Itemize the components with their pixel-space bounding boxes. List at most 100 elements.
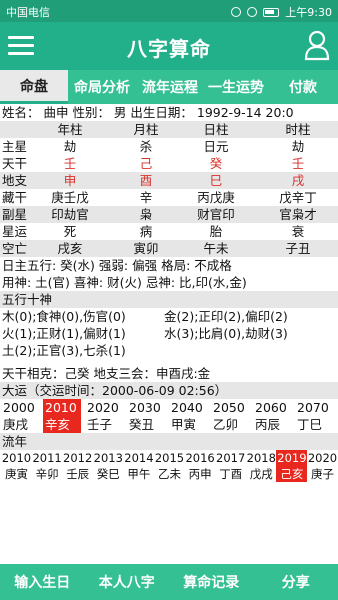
dayun-ganzhi-cell[interactable]: 壬子	[85, 416, 123, 433]
liunian-ganzhi-cell[interactable]: 壬辰	[62, 466, 93, 482]
section-wuxing-title: 五行十神	[0, 291, 338, 308]
relation-line: 天干相克：己癸 地支三会：申酉戌:金	[2, 366, 211, 381]
cell: 印劫官	[51, 207, 89, 222]
dayun-year-cell[interactable]: 2000	[1, 399, 39, 416]
wuxing-row: 日主五行: 癸(水) 强弱: 偏强 格局: 不成格	[0, 257, 338, 274]
cell: 寅卯	[133, 241, 159, 256]
nav-share[interactable]: 分享	[254, 564, 338, 600]
wuxing-line: 日主五行: 癸(水) 强弱: 偏强 格局: 不成格	[2, 258, 232, 273]
tab-mingpan[interactable]: 命盘	[0, 70, 68, 104]
chart-content: 姓名： 曲申 性别： 男 出生日期： 1992-9-14 20:0 年柱 月柱 …	[0, 104, 338, 564]
liunian-ganzhi-cell[interactable]: 庚寅	[1, 466, 32, 482]
dayun-year-cell[interactable]: 2070	[295, 399, 333, 416]
liunian-year-cell[interactable]: 2016	[185, 450, 216, 466]
info-line: 姓名： 曲申 性别： 男 出生日期： 1992-9-14 20:0	[2, 105, 294, 120]
dayun-year-cell[interactable]: 2020	[85, 399, 123, 416]
liunian-ganzhi-cell[interactable]: 丁酉	[215, 466, 246, 482]
shishen-right: 金(2);正印(2),偏印(2)	[164, 309, 288, 324]
dayun-ganzhi-cell[interactable]: 丁巳	[295, 416, 333, 433]
cell: 庚壬戊	[51, 190, 89, 205]
cell: 枭	[139, 207, 153, 222]
user-icon[interactable]	[304, 29, 330, 61]
cell: 壬	[63, 156, 77, 171]
dayun-ganzhi-cell[interactable]: 甲寅	[169, 416, 207, 433]
section-title: 大运（交运时间：2000-06-09 02:56）	[2, 383, 228, 398]
liunian-ganzhi-cell[interactable]: 甲午	[123, 466, 154, 482]
nav-input-birthday[interactable]: 输入生日	[0, 564, 85, 600]
alarm-icon	[247, 7, 258, 17]
cell: 壬	[291, 156, 305, 171]
liunian-ganzhi-cell[interactable]: 辛卯	[32, 466, 63, 482]
relation-row: 天干相克：己癸 地支三会：申酉戌:金	[0, 365, 338, 382]
tab-life-fortune[interactable]: 一生运势	[204, 70, 268, 104]
dayun-ganzhi: 庚戌 辛亥 壬子 癸丑 甲寅 乙卯 丙辰 丁巳	[0, 416, 338, 433]
shishen-right: 水(3);比肩(0),劫财(3)	[164, 326, 288, 341]
shishen-left: 土(2);正官(3),七杀(1)	[2, 343, 126, 358]
cell: 劫	[63, 139, 77, 154]
cell: 戊辛丁	[279, 190, 317, 205]
liunian-year-cell[interactable]: 2017	[215, 450, 246, 466]
liunian-years: 2010 2011 2012 2013 2014 2015 2016 2017 2018 2019…	[0, 450, 338, 466]
dayun-year-cell[interactable]: 2040	[169, 399, 207, 416]
row-xingyun: 星运 死 病 胎 衰	[0, 223, 338, 240]
liunian-ganzhi-cell[interactable]: 乙未	[154, 466, 185, 482]
dayun-year-cell[interactable]: 2030	[127, 399, 165, 416]
carrier-label: 中国电信	[6, 6, 50, 19]
tab-yearly-fortune[interactable]: 流年运程	[136, 70, 204, 104]
battery-icon	[263, 7, 280, 17]
liunian-year-cell[interactable]: 2019	[276, 450, 308, 466]
row-label: 副星	[2, 207, 28, 222]
liunian-year-cell[interactable]: 2013	[93, 450, 124, 466]
dayun-ganzhi-cell[interactable]: 丙辰	[253, 416, 291, 433]
bottom-nav: 输入生日 本人八字 算命记录 分享	[0, 564, 338, 600]
pillar-header-row: 年柱 月柱 日柱 时柱	[0, 121, 338, 138]
cell: 子丑	[285, 241, 311, 256]
row-canggan: 藏干 庚壬戊 辛 丙戊庚 戊辛丁	[0, 189, 338, 206]
tab-payment[interactable]: 付款	[268, 70, 338, 104]
nav-records[interactable]: 算命记录	[169, 564, 254, 600]
cell: 申	[63, 173, 77, 188]
dayun-ganzhi-cell[interactable]: 辛亥	[43, 416, 81, 433]
liunian-year-cell[interactable]: 2018	[246, 450, 277, 466]
shishen-row: 土(2);正官(3),七杀(1)	[0, 342, 338, 359]
info-row: 姓名： 曲申 性别： 男 出生日期： 1992-9-14 20:0	[0, 104, 338, 121]
cell: 酉	[139, 173, 153, 188]
cell: 官枭才	[279, 207, 317, 222]
tab-analysis[interactable]: 命局分析	[68, 70, 136, 104]
liunian-ganzhi-cell[interactable]: 丙申	[185, 466, 216, 482]
liunian-ganzhi-cell[interactable]: 庚子	[307, 466, 338, 482]
section-liunian-title: 流年	[0, 433, 338, 450]
cell: 胎	[209, 224, 223, 239]
cell: 辛	[139, 190, 153, 205]
liunian-year-cell[interactable]: 2011	[32, 450, 63, 466]
liunian-year-cell[interactable]: 2012	[62, 450, 93, 466]
row-fuxing: 副星 印劫官 枭 财官印 官枭才	[0, 206, 338, 223]
liunian-ganzhi-cell[interactable]: 癸巳	[93, 466, 124, 482]
cell: 巳	[209, 173, 223, 188]
dayun-ganzhi-cell[interactable]: 癸丑	[127, 416, 165, 433]
row-label: 天干	[2, 156, 28, 171]
yongshen-line: 用神: 土(官) 喜神: 财(火) 忌神: 比,印(水,金)	[2, 275, 247, 290]
liunian-year-cell[interactable]: 2010	[1, 450, 32, 466]
cell: 戌亥	[57, 241, 83, 256]
nav-my-bazi[interactable]: 本人八字	[85, 564, 170, 600]
liunian-ganzhi-cell[interactable]: 己亥	[276, 466, 308, 482]
dayun-year-cell[interactable]: 2010	[43, 399, 81, 416]
yongshen-row: 用神: 土(官) 喜神: 财(火) 忌神: 比,印(水,金)	[0, 274, 338, 291]
liunian-ganzhi-cell[interactable]: 戊戌	[246, 466, 277, 482]
section-title: 五行十神	[2, 292, 53, 307]
dayun-ganzhi-cell[interactable]: 庚戌	[1, 416, 39, 433]
section-dayun-title: 大运（交运时间：2000-06-09 02:56）	[0, 382, 338, 399]
row-zhuxing: 主星 劫 杀 日元 劫	[0, 138, 338, 155]
cell: 午未	[203, 241, 229, 256]
liunian-year-cell[interactable]: 2014	[123, 450, 154, 466]
liunian-year-cell[interactable]: 2015	[154, 450, 185, 466]
liunian-year-cell[interactable]: 2020	[307, 450, 338, 466]
section-title: 流年	[2, 434, 28, 449]
dayun-year-cell[interactable]: 2050	[211, 399, 249, 416]
page-title: 八字算命	[127, 37, 211, 61]
dayun-years: 2000 2010 2020 2030 2040 2050 2060 2070	[0, 399, 338, 416]
dayun-year-cell[interactable]: 2060	[253, 399, 291, 416]
dayun-ganzhi-cell[interactable]: 乙卯	[211, 416, 249, 433]
cell: 癸	[209, 156, 223, 171]
